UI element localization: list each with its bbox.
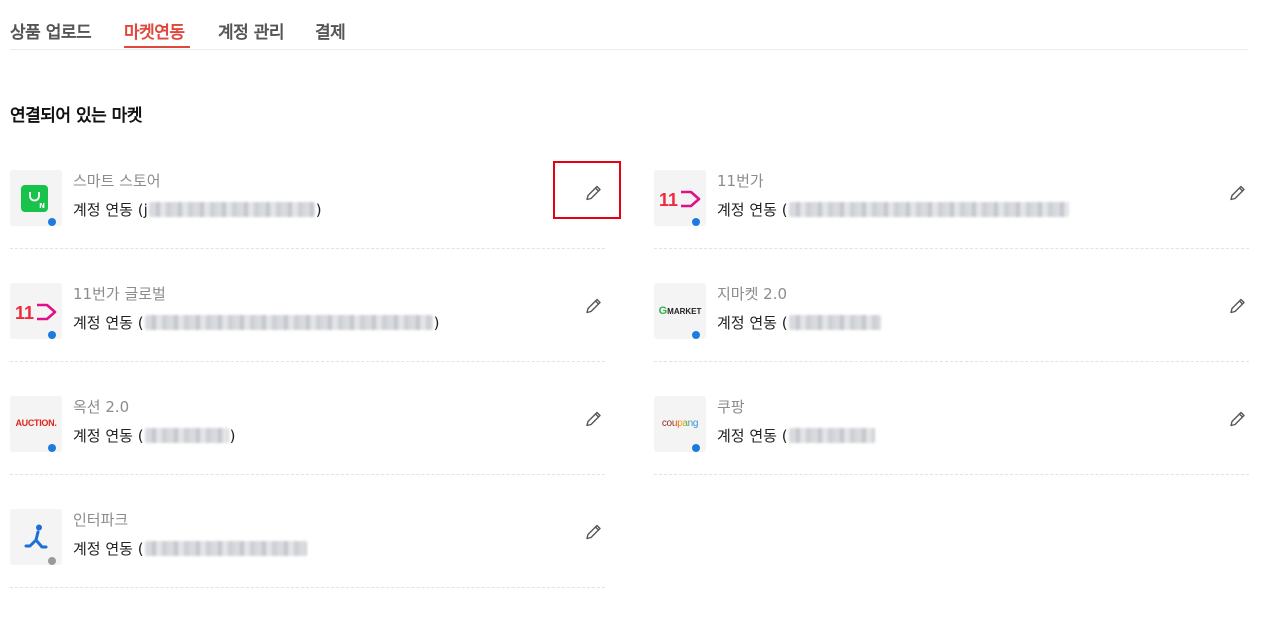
market-card-auction: AUCTION. 옥션 2.0 계정 연동 ( ) bbox=[10, 385, 605, 475]
tab-payment[interactable]: 결제 bbox=[315, 18, 346, 43]
market-name: 옥션 2.0 bbox=[73, 398, 130, 416]
account-label: 계정 연동 ( bbox=[717, 427, 788, 445]
tab-product-upload[interactable]: 상품 업로드 bbox=[10, 18, 92, 43]
status-dot bbox=[48, 331, 56, 339]
pencil-icon[interactable] bbox=[1225, 407, 1249, 431]
active-tab-indicator bbox=[124, 46, 190, 48]
account-status: 계정 연동 ( bbox=[717, 199, 1070, 220]
auction-logo: AUCTION. bbox=[10, 396, 62, 452]
market-name: 인터파크 bbox=[73, 511, 129, 529]
gmarket-logo-text: MARKET bbox=[667, 307, 702, 316]
svg-text:11: 11 bbox=[659, 190, 678, 210]
status-dot bbox=[692, 444, 700, 452]
coupang-logo-wordmark: coupang bbox=[661, 418, 699, 429]
account-status: 계정 연동 ( bbox=[717, 312, 882, 333]
account-close: ) bbox=[315, 200, 322, 219]
smartstore-logo: N bbox=[10, 170, 62, 226]
status-dot bbox=[48, 557, 56, 565]
status-dot bbox=[48, 444, 56, 452]
account-id-blurred bbox=[788, 428, 875, 443]
gmarket-logo: GMARKET bbox=[654, 283, 706, 339]
account-id-blurred bbox=[144, 428, 229, 443]
market-card-interpark: 인터파크 계정 연동 ( bbox=[10, 498, 605, 588]
coupang-logo: coupang bbox=[654, 396, 706, 452]
account-label: 계정 연동 ( bbox=[73, 314, 144, 332]
pencil-icon[interactable] bbox=[581, 520, 605, 544]
11st-logo: 11 bbox=[654, 170, 706, 226]
account-close: ) bbox=[433, 313, 440, 332]
pencil-icon[interactable] bbox=[581, 407, 605, 431]
section-title: 연결되어 있는 마켓 bbox=[10, 106, 142, 126]
interpark-logo bbox=[10, 509, 62, 565]
account-status: 계정 연동 ( ) bbox=[73, 312, 439, 333]
account-visible-char: j bbox=[143, 200, 148, 219]
market-name: 지마켓 2.0 bbox=[717, 285, 788, 303]
status-dot bbox=[48, 218, 56, 226]
market-card-gmarket: GMARKET 지마켓 2.0 계정 연동 ( bbox=[654, 272, 1249, 362]
status-dot bbox=[692, 218, 700, 226]
market-card-smartstore: N 스마트 스토어 계정 연동 ( j ) bbox=[10, 159, 605, 249]
market-card-11st: 11 11번가 계정 연동 ( bbox=[654, 159, 1249, 249]
account-label: 계정 연동 ( bbox=[73, 540, 144, 558]
account-id-blurred bbox=[144, 541, 307, 556]
coupang-logo-text: coupang bbox=[654, 418, 706, 429]
gmarket-logo-g: G bbox=[658, 305, 668, 317]
market-name: 11번가 bbox=[717, 172, 764, 190]
account-label: 계정 연동 ( bbox=[73, 201, 144, 219]
svg-text:11: 11 bbox=[15, 303, 34, 323]
market-name: 11번가 글로벌 bbox=[73, 285, 166, 303]
auction-logo-text: AUCTION. bbox=[15, 418, 57, 428]
pencil-icon[interactable] bbox=[1225, 181, 1249, 205]
pencil-icon[interactable] bbox=[581, 294, 605, 318]
account-status: 계정 연동 ( j ) bbox=[73, 199, 322, 220]
highlight-box bbox=[553, 161, 621, 219]
market-card-11st-global: 11 11번가 글로벌 계정 연동 ( ) bbox=[10, 272, 605, 362]
tab-market-integration[interactable]: 마켓연동 bbox=[124, 18, 185, 43]
market-card-coupang: coupang 쿠팡 계정 연동 ( bbox=[654, 385, 1249, 475]
status-dot bbox=[692, 331, 700, 339]
account-status: 계정 연동 ( bbox=[73, 538, 308, 559]
account-id-blurred bbox=[788, 315, 881, 330]
account-label: 계정 연동 ( bbox=[717, 314, 788, 332]
11st-logo: 11 bbox=[10, 283, 62, 339]
account-id-blurred bbox=[148, 202, 315, 217]
account-close: ) bbox=[229, 426, 236, 445]
tab-account-management[interactable]: 계정 관리 bbox=[218, 18, 284, 43]
account-label: 계정 연동 ( bbox=[717, 201, 788, 219]
market-name: 쿠팡 bbox=[717, 398, 745, 416]
main-tabs: 상품 업로드 마켓연동 계정 관리 결제 bbox=[10, 0, 1248, 50]
account-label: 계정 연동 ( bbox=[73, 427, 144, 445]
market-name: 스마트 스토어 bbox=[73, 172, 161, 190]
account-id-blurred bbox=[144, 315, 433, 330]
account-status: 계정 연동 ( ) bbox=[73, 425, 235, 446]
account-status: 계정 연동 ( bbox=[717, 425, 876, 446]
account-id-blurred bbox=[788, 202, 1069, 217]
pencil-icon[interactable] bbox=[1225, 294, 1249, 318]
